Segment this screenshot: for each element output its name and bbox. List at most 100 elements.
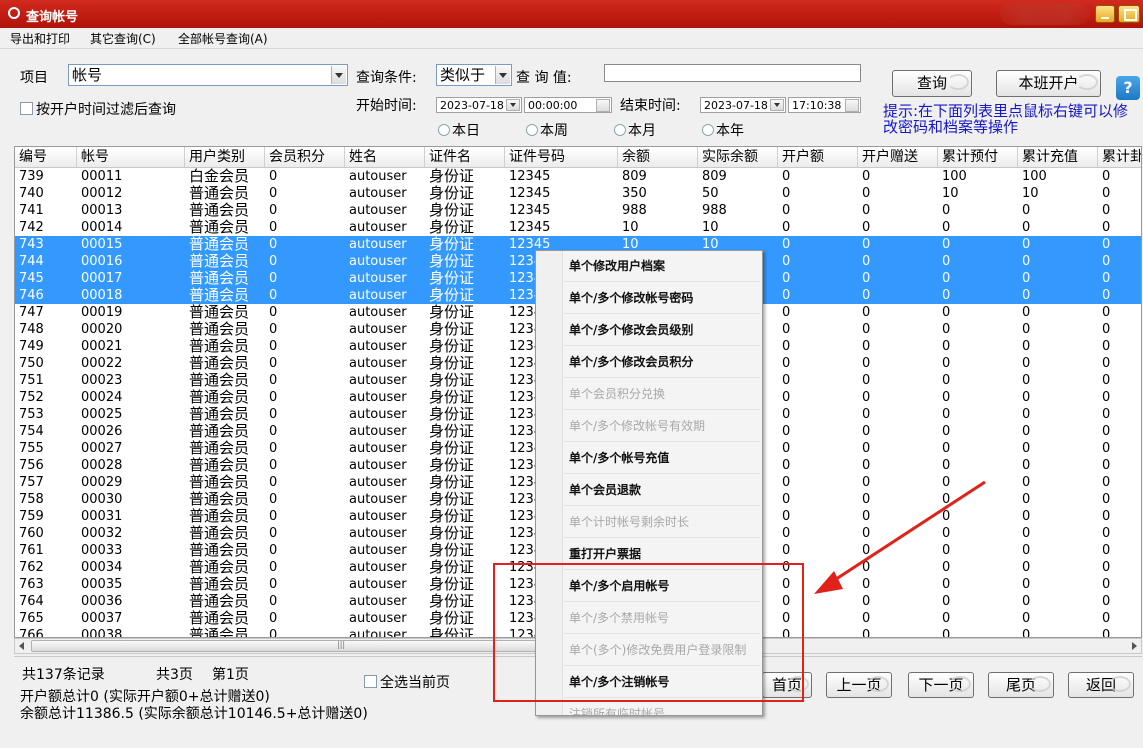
table-cell: autouser [349,390,407,405]
table-cell: 0 [782,203,791,218]
context-menu-item[interactable]: 单个/多个帐号充值 [569,449,669,466]
radio-month-label: 本月 [628,123,656,139]
back-button[interactable]: 返回 [1068,672,1134,698]
table-cell: 00023 [81,373,123,388]
context-menu-item[interactable]: 单个/多个修改会员积分 [569,353,693,370]
context-menu-item[interactable]: 单个计时帐号剩余时长 [569,513,689,530]
table-cell: 身份证 [429,287,475,304]
chevron-down-icon[interactable] [495,66,510,84]
table-row[interactable]: 742 00014 普通会员 0 autouser 身份证 12345 10 10 0 0 0 0 0 [15,219,1141,236]
table-cell: 751 [19,373,44,388]
table-cell: 739 [19,169,44,184]
table-cell: 普通会员 [189,593,250,610]
table-cell: 0 [1102,169,1111,184]
table-cell: 0 [1102,577,1111,592]
scroll-left-icon[interactable] [19,642,24,650]
filter-checkbox[interactable]: 按开户时间过滤后查询 [20,99,176,119]
radio-icon[interactable] [702,124,714,136]
end-time-input[interactable]: 17:10:38 [788,97,861,113]
calendar-dropdown-icon[interactable] [770,99,784,111]
condition-select[interactable]: 类似于 [436,64,512,86]
table-cell: 0 [862,271,871,286]
table-cell: 0 [1022,577,1031,592]
query-button[interactable]: 查询 [892,70,972,97]
table-cell: 0 [862,492,871,507]
table-cell: 0 [942,594,951,609]
context-menu-item[interactable]: 单个/多个修改帐号密码 [569,289,693,306]
prev-page-button[interactable]: 上一页 [826,672,892,698]
column-header[interactable]: 累计预付 [938,147,1018,167]
column-header[interactable]: 证件号码 [505,147,618,167]
radio-today[interactable]: 本日 [438,120,480,140]
table-cell: 0 [942,254,951,269]
table-cell: autouser [349,186,407,201]
table-cell: 0 [1022,305,1031,320]
calendar-dropdown-icon[interactable] [506,99,520,111]
table-cell: 0 [942,288,951,303]
column-header[interactable]: 会员积分 [265,147,345,167]
table-cell: 00014 [81,220,123,235]
spinner-icon[interactable] [845,99,859,112]
context-menu-item[interactable]: 单个会员退款 [569,481,641,498]
query-value-input[interactable] [604,64,861,82]
minimize-button[interactable] [1095,5,1115,23]
table-cell: 0 [1102,271,1111,286]
end-date-picker[interactable]: 2023-07-18 [700,97,786,113]
menu-all-accounts[interactable]: 全部帐号查询(A) [178,30,268,47]
context-menu-item[interactable]: 单个/多个修改会员级别 [569,321,693,338]
last-page-button[interactable]: 尾页 [988,672,1054,698]
maximize-button[interactable] [1118,5,1140,23]
context-menu-item[interactable]: 重打开户票据 [569,545,641,562]
column-header[interactable]: 开户额 [778,147,858,167]
radio-icon[interactable] [526,124,538,136]
context-menu-item[interactable]: 单个修改用户档案 [569,257,665,274]
item-select[interactable]: 帐号 [68,64,348,86]
column-header[interactable]: 用户类别 [185,147,265,167]
column-header[interactable]: 累计充值 [1018,147,1098,167]
context-menu-item[interactable]: 注销所有临时帐号 [569,705,665,715]
context-menu-item[interactable]: 单个/多个修改帐号有效期 [569,417,705,434]
column-header[interactable]: 开户赠送 [858,147,938,167]
table-cell: 0 [269,203,278,218]
checkbox-icon[interactable] [364,675,377,688]
table-cell: autouser [349,441,407,456]
table-cell: 0 [862,169,871,184]
table-cell: 普通会员 [189,508,250,525]
column-header[interactable]: 实际余额 [698,147,778,167]
radio-week[interactable]: 本周 [526,120,568,140]
menu-other-query[interactable]: 其它查询(C) [90,30,156,47]
table-cell: 身份证 [429,474,475,491]
table-cell: 0 [862,441,871,456]
radio-month[interactable]: 本月 [614,120,656,140]
column-header[interactable]: 编号 [15,147,77,167]
scroll-right-icon[interactable] [1132,642,1137,650]
column-header[interactable]: 证件名 [425,147,505,167]
select-all-checkbox[interactable]: 全选当前页 [364,672,450,692]
menu-export-print[interactable]: 导出和打印 [10,30,70,47]
radio-icon[interactable] [614,124,626,136]
column-header[interactable]: 累计卦 [1098,147,1141,167]
table-row[interactable]: 740 00012 普通会员 0 autouser 身份证 12345 350 50 0 0 10 10… [15,185,1141,202]
table-cell: 0 [782,441,791,456]
chevron-down-icon[interactable] [331,66,346,84]
table-cell: 10 [622,220,639,235]
next-page-button[interactable]: 下一页 [908,672,974,698]
radio-icon[interactable] [438,124,450,136]
table-cell: 763 [19,577,44,592]
table-row[interactable]: 741 00013 普通会员 0 autouser 身份证 12345 988 988 0 0 0 0 0 [15,202,1141,219]
shift-open-button[interactable]: 本班开户 [996,70,1101,97]
table-cell: 身份证 [429,457,475,474]
spinner-icon[interactable] [596,99,610,112]
start-date-picker[interactable]: 2023-07-18 [436,97,522,113]
column-header[interactable]: 姓名 [345,147,425,167]
context-menu-item[interactable]: 单个会员积分兑换 [569,385,665,402]
radio-year[interactable]: 本年 [702,120,744,140]
table-row[interactable]: 739 00011 白金会员 0 autouser 身份证 12345 809 809 0 0 100… [15,168,1141,185]
start-time-input[interactable]: 00:00:00 [524,97,612,113]
column-header[interactable]: 余额 [618,147,698,167]
checkbox-icon[interactable] [20,102,33,115]
table-cell: 0 [942,220,951,235]
column-header[interactable]: 帐号 [77,147,185,167]
table-cell: 身份证 [429,321,475,338]
help-icon[interactable]: ? [1116,76,1140,100]
